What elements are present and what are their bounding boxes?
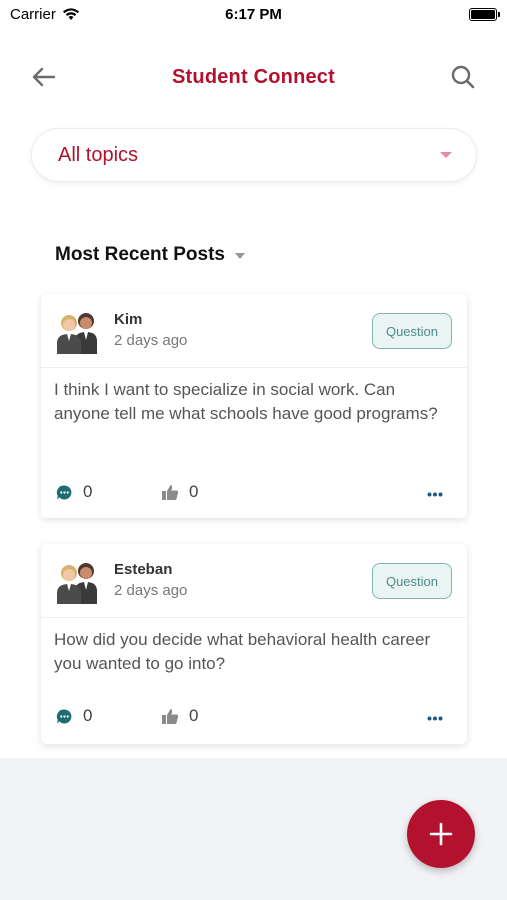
post-tag-badge: Question: [372, 313, 452, 349]
comment-icon: [56, 708, 72, 724]
like-count: 0: [189, 706, 199, 725]
battery-icon: [469, 7, 500, 21]
carrier-label: Carrier: [10, 5, 56, 23]
like-button[interactable]: 0: [161, 482, 198, 502]
more-horizontal-icon: [427, 716, 443, 720]
post-footer: 0 0: [41, 472, 467, 516]
thumbs-up-icon: [162, 484, 179, 500]
new-post-button[interactable]: [407, 800, 475, 868]
post-card[interactable]: Esteban 2 days ago Question How did you …: [41, 544, 467, 744]
more-horizontal-icon: [427, 492, 443, 496]
topic-select[interactable]: All topics: [31, 128, 477, 182]
comment-count: 0: [83, 482, 93, 501]
comment-button[interactable]: 0: [56, 706, 92, 726]
page-title: Student Connect: [172, 65, 335, 88]
status-left: Carrier: [10, 6, 80, 23]
status-bar: Carrier 6:17 PM: [0, 0, 507, 28]
arrow-left-icon: [32, 67, 56, 87]
post-timestamp: 2 days ago: [114, 332, 188, 349]
search-button[interactable]: [449, 63, 477, 91]
chevron-down-icon: [440, 152, 452, 158]
comment-count: 0: [83, 706, 93, 725]
post-header: Kim 2 days ago Question: [41, 294, 467, 368]
comment-icon: [56, 484, 72, 500]
header: Student Connect: [0, 50, 507, 104]
avatar: [57, 563, 97, 604]
comment-button[interactable]: 0: [56, 482, 92, 502]
post-card[interactable]: Kim 2 days ago Question I think I want t…: [41, 294, 467, 518]
post-body: How did you decide what behavioral healt…: [54, 630, 431, 673]
section-title: Most Recent Posts: [55, 244, 225, 265]
post-author: Kim: [114, 311, 143, 328]
search-icon: [451, 65, 475, 89]
post-body: I think I want to specialize in social w…: [54, 380, 438, 423]
avatar: [57, 313, 97, 354]
like-button[interactable]: 0: [161, 706, 198, 726]
sort-dropdown[interactable]: Most Recent Posts: [55, 244, 245, 266]
post-timestamp: 2 days ago: [114, 582, 188, 599]
wifi-icon: [62, 8, 79, 20]
more-options-button[interactable]: [423, 710, 447, 726]
thumbs-up-icon: [162, 708, 179, 724]
post-tag-badge: Question: [372, 563, 452, 599]
chevron-down-icon: [234, 253, 245, 259]
topic-select-value: All topics: [58, 143, 139, 166]
back-button[interactable]: [30, 63, 58, 91]
post-footer: 0 0: [41, 696, 467, 740]
like-count: 0: [189, 482, 199, 501]
plus-icon: [429, 822, 453, 846]
more-options-button[interactable]: [423, 486, 447, 502]
post-header: Esteban 2 days ago Question: [41, 544, 467, 618]
post-author: Esteban: [114, 561, 173, 578]
